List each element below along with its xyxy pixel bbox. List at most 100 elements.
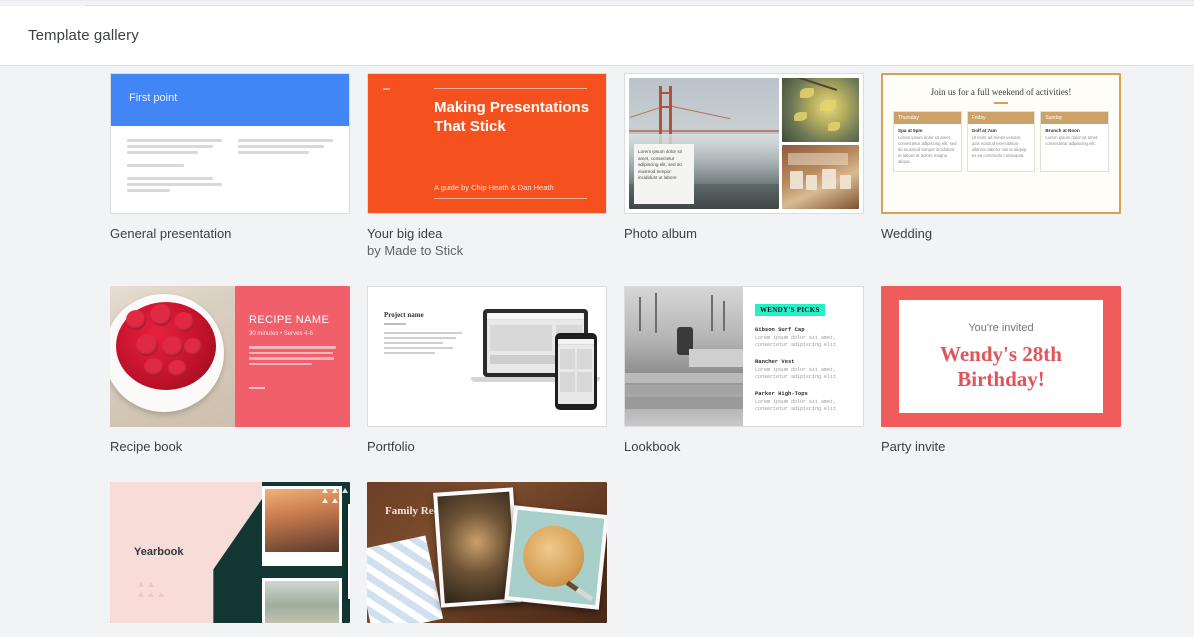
yearbook-photo-2 (262, 578, 342, 623)
template-card-wedding[interactable]: Join us for a full weekend of activities… (881, 73, 1121, 259)
slide-divider (249, 387, 265, 389)
template-card-general-presentation[interactable]: First point General presentation (110, 73, 350, 259)
photo-cloth (367, 535, 444, 623)
schedule-day: Thursday (894, 112, 961, 124)
slide-canvas: Lorem ipsum dolor sit amet, consectetur … (625, 74, 863, 213)
lookbook-item: Gibson Surf Cap Lorem ipsum dolor sit am… (755, 326, 853, 349)
schedule-columns: Thursday Spa at 5pm Lorem ipsum dolor si… (893, 111, 1110, 172)
slide-title-text: Project name (384, 311, 424, 319)
template-caption: Photo album (624, 226, 697, 241)
template-thumbnail-photo-album[interactable]: Lorem ipsum dolor sit amet, consectetur … (624, 73, 864, 214)
slide-divider (994, 102, 1008, 104)
schedule-event: Spa at 5pm (898, 128, 923, 133)
invite-title-text: Wendy's 28th Birthday! (940, 341, 1062, 391)
schedule-event: Golf at 7am (971, 128, 997, 133)
lookbook-item-title: Gibson Surf Cap (755, 326, 805, 333)
lookbook-item-text: Lorem ipsum dolor sit amet, consectetur … (755, 367, 837, 380)
slide-rule-bottom (434, 198, 587, 199)
invite-eyebrow-text: You're invited (968, 321, 1034, 334)
slide-meta-text: 30 minutes • Serves 4-6 (249, 331, 313, 337)
template-thumbnail-wedding[interactable]: Join us for a full weekend of activities… (881, 73, 1121, 214)
template-card-your-big-idea[interactable]: Making Presentations That Stick A guide … (367, 73, 607, 259)
photo-table (782, 145, 859, 209)
slide-canvas: Join us for a full weekend of activities… (881, 73, 1121, 214)
slide-canvas: Project name (368, 287, 606, 426)
schedule-event: Brunch at Noon (1045, 128, 1080, 133)
template-card-portfolio[interactable]: Project name Portfolio (367, 286, 607, 455)
slide-title-text: RECIPE NAME (249, 314, 330, 326)
template-gallery-page: Template gallery First point General pre… (0, 0, 1194, 637)
template-thumbnail-your-big-idea[interactable]: Making Presentations That Stick A guide … (367, 73, 607, 214)
gallery-header: Template gallery (0, 6, 1194, 66)
template-thumbnail-recipe-showcase[interactable]: Family Recipes (367, 482, 607, 623)
template-card-yearbook[interactable]: Yearbook (110, 482, 350, 637)
page-title: Template gallery (28, 27, 139, 44)
template-thumbnail-portfolio[interactable]: Project name (367, 286, 607, 427)
template-card-lookbook[interactable]: WENDY'S PICKS Gibson Surf Cap Lorem ipsu… (624, 286, 864, 455)
slide-title-band: First point (111, 74, 349, 126)
window-top-divider (0, 0, 1194, 1)
schedule-text: Ut enim ad minim veniam, quis nostrud ex… (971, 135, 1027, 158)
lookbook-item: Parker High-Tops Lorem ipsum dolor sit a… (755, 390, 853, 413)
photo-pie (504, 505, 607, 610)
slide-body (111, 126, 349, 195)
template-caption: Recipe book (110, 439, 183, 454)
template-grid: First point General presentation Making … (110, 73, 1194, 637)
slide-body-placeholder (249, 346, 336, 365)
slide-text-panel: WENDY'S PICKS Gibson Surf Cap Lorem ipsu… (743, 287, 863, 426)
lookbook-item: Rancher Vest Lorem ipsum dolor sit amet,… (755, 358, 853, 381)
yearbook-photo-1 (262, 486, 342, 566)
lookbook-item-title: Parker High-Tops (755, 390, 808, 397)
schedule-column: Friday Golf at 7am Ut enim ad minim veni… (966, 111, 1036, 172)
template-caption: Your big idea (367, 226, 443, 241)
template-thumbnail-general-presentation[interactable]: First point (110, 73, 350, 214)
slide-body-placeholder (384, 332, 462, 357)
gallery-scroll-area[interactable]: First point General presentation Making … (0, 67, 1194, 637)
template-caption: Wedding (881, 226, 933, 241)
template-card-recipe-book[interactable]: RECIPE NAME 30 minutes • Serves 4-6 Reci… (110, 286, 350, 455)
photo-caption-box: Lorem ipsum dolor sit amet, consectetur … (634, 144, 694, 204)
slide-title-text: Join us for a full weekend of activities… (930, 87, 1072, 97)
template-thumbnail-yearbook[interactable]: Yearbook (110, 482, 350, 623)
slide-body-column-right (238, 139, 333, 195)
yearbook-photo-3 (348, 504, 350, 599)
photo-bridge: Lorem ipsum dolor sit amet, consectetur … (629, 78, 779, 209)
schedule-text: Lorem ipsum dolor sit amet, consectetur … (898, 135, 957, 164)
template-thumbnail-party-invite[interactable]: You're invited Wendy's 28th Birthday! (881, 286, 1121, 427)
schedule-day: Sunday (1041, 112, 1109, 124)
slide-mark (383, 88, 390, 90)
template-caption: Party invite (881, 439, 946, 454)
template-thumbnail-recipe-book[interactable]: RECIPE NAME 30 minutes • Serves 4-6 (110, 286, 350, 427)
slide-body-column-left (127, 139, 222, 195)
slide-rule-top (434, 88, 587, 89)
lookbook-item-text: Lorem ipsum dolor sit amet, consectetur … (755, 399, 837, 412)
template-caption: General presentation (110, 226, 232, 241)
slide-byline-text: A guide by Chip Heath & Dan Heath (434, 183, 554, 192)
schedule-column: Thursday Spa at 5pm Lorem ipsum dolor si… (893, 111, 962, 172)
invite-inner-panel: You're invited Wendy's 28th Birthday! (899, 300, 1103, 413)
template-card-recipe-showcase[interactable]: Family Recipes Recipe showcase (367, 482, 607, 637)
lookbook-badge: WENDY'S PICKS (755, 304, 825, 316)
photo-skatepark (625, 287, 743, 426)
template-subcaption: by Made to Stick (367, 243, 464, 258)
template-card-photo-album[interactable]: Lorem ipsum dolor sit amet, consectetur … (624, 73, 864, 259)
slide-title-text: First point (129, 92, 178, 104)
slide-canvas: RECIPE NAME 30 minutes • Serves 4-6 (110, 286, 350, 427)
device-phone (555, 333, 597, 410)
slide-title-text: Making Presentations That Stick (434, 99, 590, 135)
lookbook-item-title: Rancher Vest (755, 358, 795, 365)
slide-canvas: Making Presentations That Stick A guide … (368, 74, 606, 213)
slide-canvas: Family Recipes (367, 482, 607, 623)
photo-raspberries (110, 286, 235, 427)
schedule-text: Lorem ipsum dolor sit amet, consectetur … (1045, 135, 1099, 146)
slide-title-text: Yearbook (134, 546, 184, 558)
template-caption: Portfolio (367, 439, 415, 454)
slide-divider (384, 323, 406, 325)
schedule-column: Sunday Brunch at Noon Lorem ipsum dolor … (1040, 111, 1110, 172)
schedule-day: Friday (967, 112, 1035, 124)
yearbook-pink-shape (110, 482, 262, 623)
photo-stack (782, 78, 859, 209)
template-card-party-invite[interactable]: You're invited Wendy's 28th Birthday! Pa… (881, 286, 1121, 455)
slide-text-panel: RECIPE NAME 30 minutes • Serves 4-6 (235, 286, 350, 427)
template-thumbnail-lookbook[interactable]: WENDY'S PICKS Gibson Surf Cap Lorem ipsu… (624, 286, 864, 427)
